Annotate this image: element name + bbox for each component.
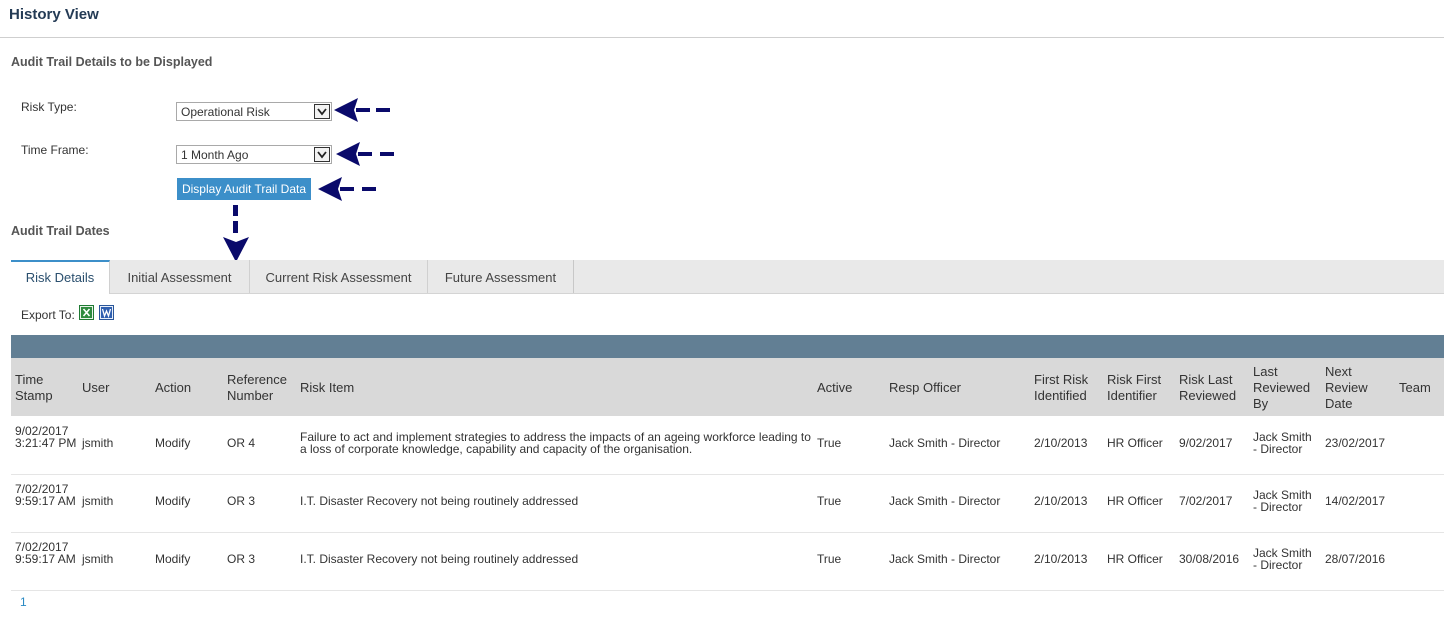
tab-bar: Risk Details Initial Assessment Current … — [11, 260, 1444, 294]
pager-page-1[interactable]: 1 — [20, 595, 27, 609]
cell-time-stamp: 9/02/2017 3:21:47 PM — [15, 424, 77, 450]
cell-last-reviewed-by: Jack Smith - Director — [1253, 546, 1312, 572]
grid-title-band — [11, 335, 1444, 358]
cell-first-risk-identified: 2/10/2013 — [1034, 494, 1088, 508]
time-frame-select[interactable]: 1 Month Ago — [176, 145, 332, 164]
excel-icon[interactable] — [79, 305, 94, 320]
word-icon[interactable] — [99, 305, 114, 320]
cell-risk-last-reviewed: 9/02/2017 — [1179, 436, 1233, 450]
cell-active: True — [817, 494, 842, 508]
column-header-user[interactable]: User — [82, 380, 109, 396]
time-frame-selected-value: 1 Month Ago — [181, 148, 249, 162]
column-header-action[interactable]: Action — [155, 380, 191, 396]
time-frame-label: Time Frame: — [21, 143, 89, 157]
title-divider — [0, 37, 1444, 38]
table-row[interactable]: 7/02/2017 9:59:17 AM jsmith Modify OR 3 … — [11, 532, 1444, 591]
cell-next-review-date: 28/07/2016 — [1325, 552, 1386, 566]
cell-user: jsmith — [82, 552, 114, 566]
chevron-down-icon[interactable] — [314, 147, 330, 162]
table-header: Time Stamp User Action Reference Number … — [11, 358, 1444, 416]
export-label: Export To: — [21, 308, 75, 322]
tab-future-assessment[interactable]: Future Assessment — [428, 260, 574, 293]
callout-arrow-icon — [318, 177, 376, 201]
column-header-risk-first-identifier[interactable]: Risk First Identifier — [1107, 372, 1169, 404]
cell-risk-first-identifier: HR Officer — [1107, 552, 1163, 566]
column-header-team[interactable]: Team — [1399, 380, 1431, 396]
cell-risk-last-reviewed: 30/08/2016 — [1179, 552, 1240, 566]
cell-action: Modify — [155, 494, 191, 508]
cell-user: jsmith — [82, 436, 114, 450]
cell-active: True — [817, 552, 842, 566]
cell-next-review-date: 14/02/2017 — [1325, 494, 1386, 508]
table-row[interactable]: 9/02/2017 3:21:47 PM jsmith Modify OR 4 … — [11, 416, 1444, 475]
cell-action: Modify — [155, 552, 191, 566]
cell-next-review-date: 23/02/2017 — [1325, 436, 1386, 450]
cell-reference-number: OR 4 — [227, 436, 256, 450]
column-header-risk-last-reviewed[interactable]: Risk Last Reviewed — [1179, 372, 1241, 404]
tab-risk-details[interactable]: Risk Details — [11, 260, 110, 294]
cell-resp-officer: Jack Smith - Director — [889, 552, 1001, 566]
chevron-down-icon[interactable] — [314, 104, 330, 119]
display-audit-trail-button[interactable]: Display Audit Trail Data — [177, 178, 311, 200]
column-header-risk-item[interactable]: Risk Item — [300, 380, 354, 396]
callout-arrow-icon — [334, 98, 390, 122]
risk-type-select[interactable]: Operational Risk — [176, 102, 332, 121]
column-header-active[interactable]: Active — [817, 380, 852, 396]
cell-action: Modify — [155, 436, 191, 450]
column-header-time-stamp[interactable]: Time Stamp — [15, 372, 75, 404]
callout-arrow-icon — [336, 142, 394, 166]
cell-risk-last-reviewed: 7/02/2017 — [1179, 494, 1233, 508]
tab-current-risk-assessment[interactable]: Current Risk Assessment — [250, 260, 428, 293]
cell-last-reviewed-by: Jack Smith - Director — [1253, 488, 1312, 514]
page-title: History View — [9, 6, 99, 23]
cell-reference-number: OR 3 — [227, 552, 256, 566]
column-header-resp-officer[interactable]: Resp Officer — [889, 380, 961, 396]
audit-trail-dates-title: Audit Trail Dates — [11, 224, 110, 238]
cell-risk-item: Failure to act and implement strategies … — [300, 430, 811, 456]
column-header-first-risk-identified[interactable]: First Risk Identified — [1034, 372, 1094, 404]
risk-type-selected-value: Operational Risk — [181, 105, 270, 119]
cell-active: True — [817, 436, 842, 450]
column-header-next-review-date[interactable]: Next Review Date — [1325, 364, 1375, 412]
risk-type-label: Risk Type: — [21, 100, 77, 114]
cell-first-risk-identified: 2/10/2013 — [1034, 552, 1088, 566]
tab-initial-assessment[interactable]: Initial Assessment — [110, 260, 250, 293]
cell-resp-officer: Jack Smith - Director — [889, 494, 1001, 508]
cell-risk-item: I.T. Disaster Recovery not being routine… — [300, 552, 579, 566]
cell-reference-number: OR 3 — [227, 494, 256, 508]
column-header-last-reviewed-by[interactable]: Last Reviewed By — [1253, 364, 1313, 412]
column-header-reference-number[interactable]: Reference Number — [227, 372, 293, 404]
cell-time-stamp: 7/02/2017 9:59:17 AM — [15, 482, 76, 508]
cell-last-reviewed-by: Jack Smith - Director — [1253, 430, 1312, 456]
cell-risk-first-identifier: HR Officer — [1107, 494, 1163, 508]
cell-time-stamp: 7/02/2017 9:59:17 AM — [15, 540, 76, 566]
table-row[interactable]: 7/02/2017 9:59:17 AM jsmith Modify OR 3 … — [11, 474, 1444, 533]
filters-section-title: Audit Trail Details to be Displayed — [11, 55, 213, 69]
cell-risk-item: I.T. Disaster Recovery not being routine… — [300, 494, 579, 508]
callout-arrow-down-icon — [223, 205, 249, 262]
cell-risk-first-identifier: HR Officer — [1107, 436, 1163, 450]
cell-resp-officer: Jack Smith - Director — [889, 436, 1001, 450]
cell-user: jsmith — [82, 494, 114, 508]
cell-first-risk-identified: 2/10/2013 — [1034, 436, 1088, 450]
